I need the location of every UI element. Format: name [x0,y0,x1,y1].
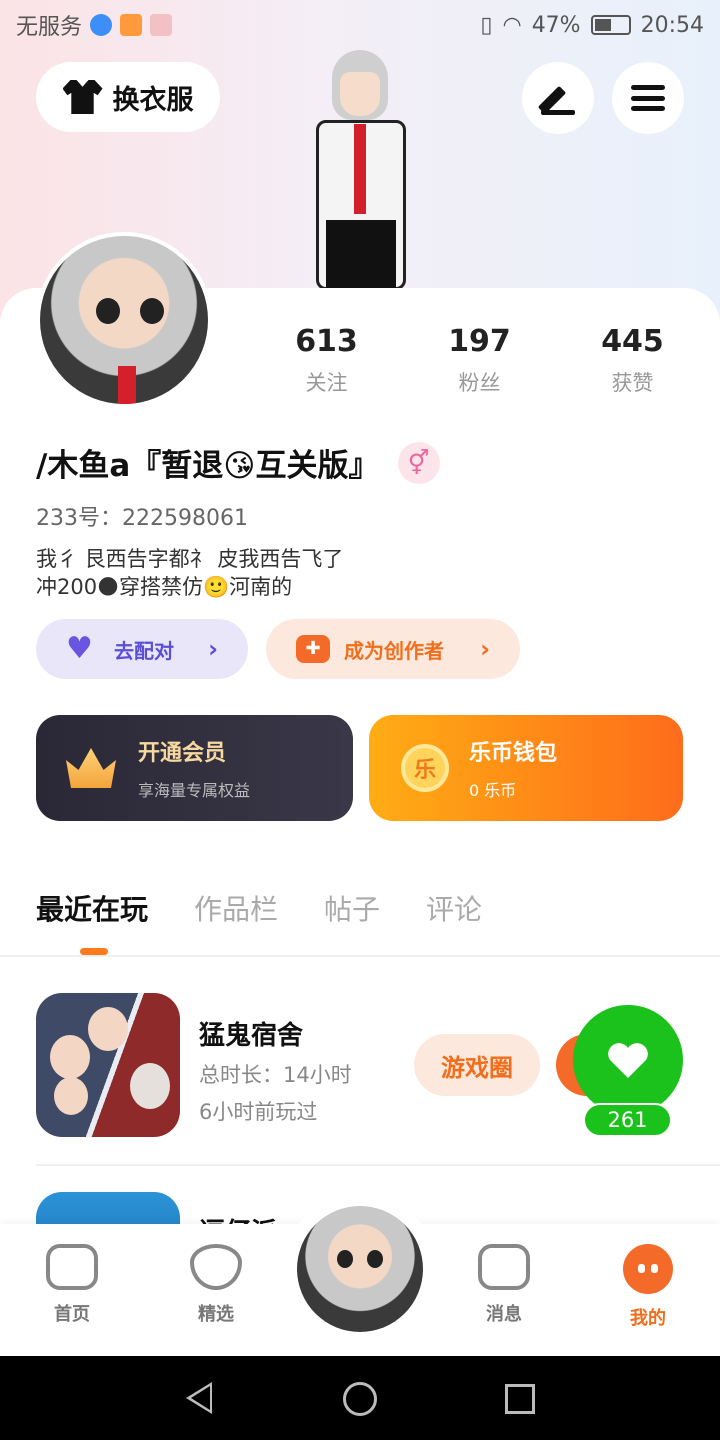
stat-followers-value: 197 [448,324,511,359]
profile-stats: 613 关注 197 粉丝 445 获赞 [250,324,710,397]
double-heart-icon: ♥ [66,631,93,666]
heart-icon [608,1042,648,1078]
pen-icon [541,81,575,115]
bio-line-2: 冲200🌑穿搭禁仿🙂河南的 [36,575,293,599]
video-notification-icon [120,14,143,36]
divider [0,955,720,957]
like-count-badge: 261 [583,1103,672,1137]
avatar[interactable] [36,232,212,408]
nav-messages[interactable]: 消息 [459,1244,549,1326]
wifi-icon: ◠ [502,12,522,38]
app-notification-icon [90,14,113,36]
stat-following-value: 613 [295,324,358,359]
game-title: 猛鬼宿舍 [199,1021,304,1051]
gamepad-icon: ✚ [296,635,330,663]
nav-me-label: 我的 [630,1308,666,1329]
stat-likes-label: 获赞 [611,371,654,395]
shirt-icon [62,80,103,114]
nav-avatar-button[interactable] [297,1206,423,1332]
recent-apps-icon[interactable] [505,1384,535,1414]
vip-membership-card[interactable]: 开通会员 享海量专属权益 [36,715,353,821]
smiley-icon [623,1244,673,1294]
match-label: 去配对 [114,638,174,663]
stat-following-label: 关注 [305,371,348,395]
avatar-character-figure[interactable] [276,50,440,290]
carrier-text: 无服务 [16,15,83,40]
change-outfit-button[interactable]: 换衣服 [36,62,220,132]
gender-icon: ⚥ [397,441,440,484]
tab-comments[interactable]: 评论 [426,888,482,928]
tab-recently-played[interactable]: 最近在玩 [36,888,148,928]
game-duration: 总时长：14小时 [199,1063,352,1087]
user-id: 233号：222598061 [36,506,248,531]
heart-box-icon [190,1244,242,1290]
edit-profile-button[interactable] [522,62,594,134]
change-outfit-label: 换衣服 [112,84,194,116]
hamburger-icon [631,85,665,111]
coin-icon: 乐 [401,744,449,792]
wallet-balance: 0 乐币 [469,781,517,800]
username-row: /木鱼a『暂退😘互关版』 ⚥ [36,440,440,485]
become-creator-button[interactable]: ✚ 成为创作者 › [266,619,520,679]
nav-me[interactable]: 我的 [603,1244,693,1330]
battery-icon [590,15,631,35]
stat-likes[interactable]: 445 获赞 [556,324,709,397]
nav-messages-label: 消息 [486,1304,522,1325]
creator-label: 成为创作者 [344,638,444,663]
match-button[interactable]: ♥ 去配对 › [36,619,248,679]
tab-works[interactable]: 作品栏 [194,888,278,928]
bio-line-1: 我彳 艮西告字都礻 皮我西告飞了 [36,547,344,571]
clock-time: 20:54 [640,12,704,38]
active-tab-indicator [80,948,108,955]
chevron-right-icon: › [480,635,490,663]
nav-featured-label: 精选 [198,1304,234,1325]
stat-likes-value: 445 [601,324,664,359]
stat-following[interactable]: 613 关注 [250,324,403,397]
chevron-right-icon: › [208,635,218,663]
bio: 我彳 艮西告字都礻 皮我西告飞了 冲200🌑穿搭禁仿🙂河南的 [36,545,343,601]
vibrate-icon: ▯ [480,12,493,38]
battery-percent: 47% [531,12,581,38]
menu-button[interactable] [612,62,684,134]
stat-followers[interactable]: 197 粉丝 [403,324,556,397]
tab-posts[interactable]: 帖子 [324,888,380,928]
stat-followers-label: 粉丝 [458,371,501,395]
nav-home-label: 首页 [54,1304,90,1325]
profile-tabs: 最近在玩 作品栏 帖子 评论 [36,888,482,928]
wallet-title: 乐币钱包 [469,741,558,766]
game-last-played: 6小时前玩过 [199,1100,318,1124]
floating-like-button[interactable] [573,1005,683,1115]
back-icon-inner [191,1386,210,1410]
store-notification-icon [150,14,173,36]
coin-wallet-card[interactable]: 乐 乐币钱包 0 乐币 [369,715,683,821]
gamepad-icon [46,1244,98,1290]
crown-icon [66,748,116,788]
nav-featured[interactable]: 精选 [171,1244,261,1326]
chat-bubble-icon [478,1244,530,1290]
divider [36,1164,720,1166]
vip-subtitle: 享海量专属权益 [138,781,251,800]
game-icon[interactable] [36,993,180,1137]
game-meta: 总时长：14小时 6小时前玩过 [199,1057,352,1131]
home-icon[interactable] [343,1382,377,1416]
nav-home[interactable]: 首页 [27,1244,117,1326]
game-circle-button[interactable]: 游戏圈 [414,1034,540,1096]
status-bar: 无服务 ▯ ◠ 47% 20:54 [0,0,720,50]
vip-title: 开通会员 [138,741,227,766]
username: /木鱼a『暂退😘互关版』 [36,448,380,484]
